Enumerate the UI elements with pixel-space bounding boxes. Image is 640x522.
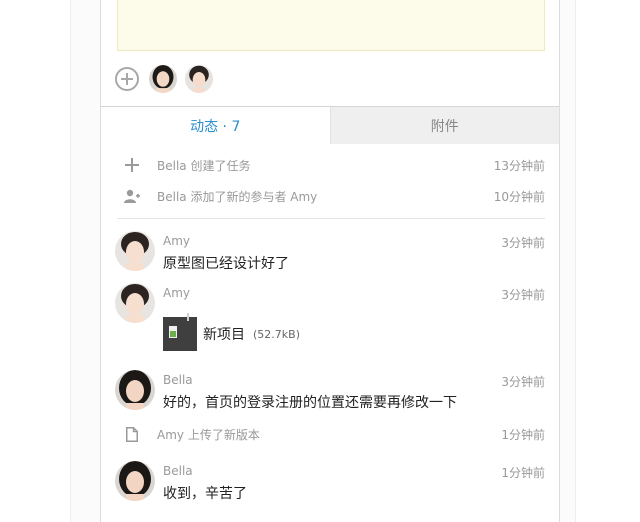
document-icon bbox=[123, 425, 141, 443]
comment-author[interactable]: Amy bbox=[163, 286, 190, 300]
add-user-icon bbox=[123, 187, 141, 205]
file-size: (52.7kB) bbox=[253, 327, 300, 341]
comment-author[interactable]: Bella bbox=[163, 464, 193, 478]
comment-author[interactable]: Amy bbox=[163, 234, 190, 248]
comment-text: 好的，首页的登录注册的位置还需要再修改一下 bbox=[163, 395, 457, 411]
avatar[interactable] bbox=[115, 370, 155, 410]
task-detail-panel: 动态 · 7 附件 Bella 创建了任务 13分钟前 Bella 添加了新的参… bbox=[100, 0, 560, 522]
activity-event: Bella 创建了任务 13分钟前 bbox=[123, 154, 545, 176]
comment-time: 3分钟前 bbox=[501, 236, 545, 250]
avatar[interactable] bbox=[185, 65, 213, 93]
tab-activity[interactable]: 动态 · 7 bbox=[101, 107, 330, 144]
comment-author[interactable]: Bella bbox=[163, 373, 193, 387]
avatar[interactable] bbox=[115, 231, 155, 271]
event-text: Bella 添加了新的参与者 Amy bbox=[157, 189, 318, 204]
avatar[interactable] bbox=[149, 65, 177, 93]
event-time: 10分钟前 bbox=[493, 189, 545, 204]
comment-time: 3分钟前 bbox=[501, 288, 545, 302]
avatar[interactable] bbox=[115, 461, 155, 501]
event-text: Bella 创建了任务 bbox=[157, 158, 251, 173]
activity-event: Amy 上传了新版本 1分钟前 bbox=[123, 423, 545, 445]
comment-text: 收到，辛苦了 bbox=[163, 486, 247, 502]
tab-attachments[interactable]: 附件 bbox=[329, 107, 559, 144]
comment-text: 原型图已经设计好了 bbox=[163, 256, 289, 272]
file-thumbnail bbox=[163, 313, 197, 351]
comment-time: 1分钟前 bbox=[501, 466, 545, 480]
divider bbox=[117, 218, 545, 219]
plus-icon bbox=[123, 156, 141, 174]
event-time: 1分钟前 bbox=[501, 427, 545, 442]
participants-bar bbox=[115, 64, 221, 94]
comment-time: 3分钟前 bbox=[501, 375, 545, 389]
add-participant-icon[interactable] bbox=[115, 67, 139, 91]
task-description-box bbox=[117, 0, 545, 51]
file-attachment[interactable]: 新项目 (52.7kB) bbox=[163, 313, 300, 351]
event-time: 13分钟前 bbox=[493, 158, 545, 173]
avatar[interactable] bbox=[115, 283, 155, 323]
tab-bar: 动态 · 7 附件 bbox=[101, 106, 559, 144]
file-name: 新项目 bbox=[203, 327, 245, 343]
event-text: Amy 上传了新版本 bbox=[157, 427, 260, 442]
activity-event: Bella 添加了新的参与者 Amy 10分钟前 bbox=[123, 185, 545, 207]
